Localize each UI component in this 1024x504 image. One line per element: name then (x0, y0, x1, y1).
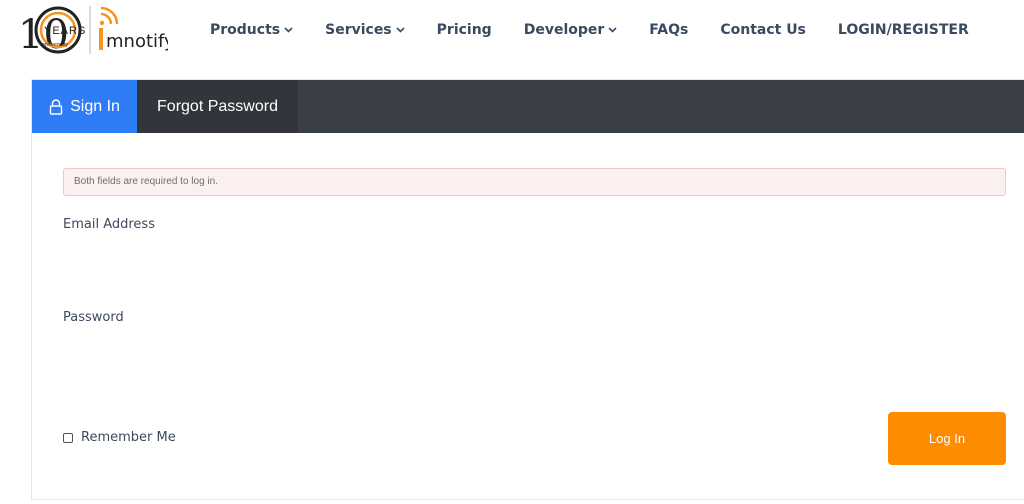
nav-pricing-label: Pricing (436, 22, 492, 38)
tab-sign-in[interactable]: Sign In (32, 80, 137, 133)
brand-logo[interactable]: 10 YEARS anniversary mnotify (18, 2, 168, 58)
remember-me-checkbox[interactable] (63, 432, 73, 443)
chevron-down-icon (396, 27, 405, 33)
nav-developer[interactable]: Developer (524, 22, 618, 38)
svg-text:YEARS: YEARS (44, 25, 86, 37)
password-field[interactable] (63, 336, 1006, 376)
nav-login-register-label: LOGIN/REGISTER (837, 22, 969, 38)
nav-products-label: Products (210, 22, 281, 38)
chevron-down-icon (284, 27, 293, 33)
email-field[interactable] (63, 243, 1006, 283)
tab-sign-in-label: Sign In (70, 97, 120, 115)
nav-pricing[interactable]: Pricing (437, 22, 492, 38)
nav-contact[interactable]: Contact Us (720, 22, 806, 38)
nav-faqs[interactable]: FAQs (649, 22, 688, 38)
auth-tabbar: Sign In Forgot Password (32, 80, 1024, 133)
email-label: Email Address (63, 217, 155, 232)
chevron-down-icon (608, 27, 617, 33)
nav-services[interactable]: Services (325, 22, 405, 38)
login-card: Sign In Forgot Password Both fields are … (31, 79, 1024, 500)
remember-me[interactable]: Remember Me (63, 430, 176, 445)
nav-developer-label: Developer (523, 22, 605, 38)
nav-contact-label: Contact Us (720, 22, 806, 38)
lock-icon (49, 98, 63, 115)
nav-products[interactable]: Products (210, 22, 293, 38)
password-label: Password (63, 310, 124, 325)
form-alert: Both fields are required to log in. (63, 168, 1006, 196)
svg-text:mnotify: mnotify (106, 31, 168, 52)
tab-forgot-password[interactable]: Forgot Password (137, 80, 298, 133)
tab-forgot-password-label: Forgot Password (157, 97, 278, 115)
remember-me-label: Remember Me (81, 430, 176, 445)
site-header: 10 YEARS anniversary mnotify Products Se… (0, 0, 1024, 62)
svg-text:anniversary: anniversary (42, 42, 68, 48)
nav-services-label: Services (325, 22, 392, 38)
log-in-button[interactable]: Log In (888, 412, 1006, 465)
main-nav: Products Services Pricing Developer FAQs… (210, 19, 1001, 41)
nav-faqs-label: FAQs (649, 22, 689, 38)
logo-graphic: 10 YEARS anniversary mnotify (18, 6, 168, 58)
nav-login-register[interactable]: LOGIN/REGISTER (838, 22, 969, 38)
